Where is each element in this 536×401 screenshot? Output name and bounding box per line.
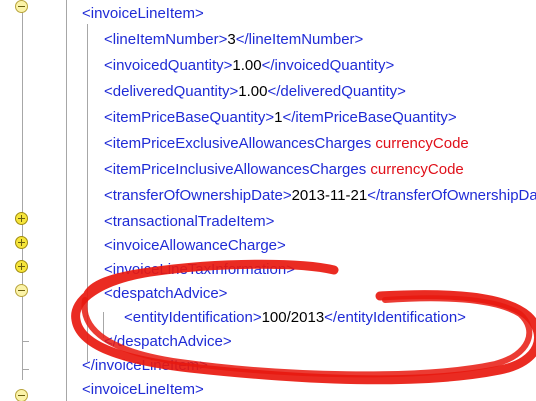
xml-close-tag: </lineItemNumber>	[235, 31, 364, 48]
code-line[interactable]: </despatchAdvice>	[104, 330, 232, 354]
xml-text-value: 2013-11-21	[291, 187, 368, 204]
xml-open-tag: <invoiceLineItem>	[82, 5, 204, 22]
xml-open-tag: <itemPriceExclusiveAllowancesCharges	[104, 135, 376, 152]
fold-expand-icon[interactable]	[15, 212, 28, 225]
xml-open-tag: <itemPriceInclusiveAllowancesCharges	[104, 161, 371, 178]
xml-open-tag: <transactionalTradeItem>	[104, 213, 275, 230]
xml-open-tag: <lineItemNumber>	[104, 31, 228, 48]
indent-guide	[66, 0, 67, 401]
xml-text-value: 1.00	[238, 83, 268, 100]
code-line[interactable]: <transferOfOwnershipDate>2013-11-21</tra…	[104, 184, 536, 208]
xml-open-tag: <deliveredQuantity>	[104, 83, 239, 100]
xml-attribute-name: currencyCode	[370, 161, 464, 178]
code-line[interactable]: <itemPriceInclusiveAllowancesCharges cur…	[104, 158, 464, 182]
code-line[interactable]: <lineItemNumber>3</lineItemNumber>	[104, 28, 363, 52]
fold-collapse-icon[interactable]	[15, 389, 28, 401]
code-line[interactable]: <transactionalTradeItem>	[104, 210, 274, 234]
fold-guide-line	[22, 10, 23, 380]
indent-guide	[87, 24, 88, 362]
xml-text-value: 100/2013	[261, 309, 325, 326]
xml-close-tag: </deliveredQuantity>	[267, 83, 406, 100]
fold-end-marker	[22, 369, 29, 370]
xml-text-value: 3	[227, 31, 236, 48]
xml-close-tag: </invoicedQuantity>	[261, 57, 395, 74]
xml-open-tag: <invoicedQuantity>	[104, 57, 233, 74]
code-line[interactable]: <itemPriceExclusiveAllowancesCharges cur…	[104, 132, 469, 156]
code-line[interactable]: <itemPriceBaseQuantity>1</itemPriceBaseQ…	[104, 106, 457, 130]
xml-open-tag: <despatchAdvice>	[104, 285, 228, 302]
xml-close-tag: </transferOfOwnershipDate>	[367, 187, 536, 204]
code-line[interactable]: <invoiceLineItem>	[82, 378, 204, 401]
xml-close-tag: </entityIdentification>	[324, 309, 466, 326]
xml-editor: <invoiceLineItem> <lineItemNumber>3</line…	[0, 0, 536, 401]
xml-open-tag: <invoiceAllowanceCharge>	[104, 237, 286, 254]
xml-text-value: 1.00	[232, 57, 262, 74]
xml-close-tag: </invoiceLineItem>	[82, 357, 208, 374]
code-line[interactable]: <deliveredQuantity>1.00</deliveredQuanti…	[104, 80, 406, 104]
xml-open-tag: <transferOfOwnershipDate>	[104, 187, 292, 204]
code-line[interactable]: </invoiceLineItem>	[82, 354, 208, 378]
code-line[interactable]: <entityIdentification>100/2013</entityId…	[124, 306, 466, 330]
code-line[interactable]: <invoiceLineItem>	[82, 2, 204, 26]
xml-close-tag: </despatchAdvice>	[104, 333, 232, 350]
fold-end-marker	[22, 341, 29, 342]
fold-collapse-icon[interactable]	[15, 284, 28, 297]
fold-expand-icon[interactable]	[15, 260, 28, 273]
code-line[interactable]: <despatchAdvice>	[104, 282, 227, 306]
xml-close-tag: </itemPriceBaseQuantity>	[282, 109, 457, 126]
code-line[interactable]: <invoiceAllowanceCharge>	[104, 234, 286, 258]
xml-attribute-name: currencyCode	[375, 135, 469, 152]
xml-open-tag: <itemPriceBaseQuantity>	[104, 109, 275, 126]
code-line[interactable]: <invoiceLineTaxInformation>	[104, 258, 295, 282]
fold-expand-icon[interactable]	[15, 236, 28, 249]
fold-collapse-icon[interactable]	[15, 0, 28, 13]
code-line[interactable]: <invoicedQuantity>1.00</invoicedQuantity…	[104, 54, 394, 78]
xml-open-tag: <invoiceLineItem>	[82, 381, 204, 398]
xml-open-tag: <invoiceLineTaxInformation>	[104, 261, 295, 278]
xml-open-tag: <entityIdentification>	[124, 309, 262, 326]
fold-gutter	[0, 0, 52, 401]
